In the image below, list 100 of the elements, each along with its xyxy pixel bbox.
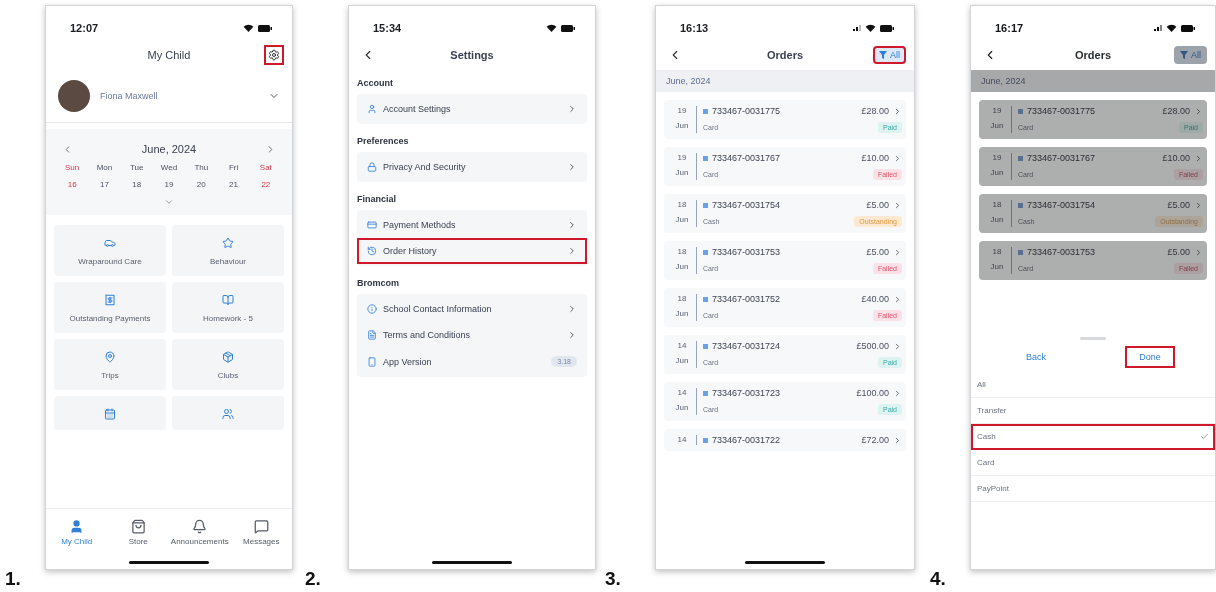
section-heading: Bromcom [356, 277, 400, 290]
shopping-bag-icon [130, 518, 146, 534]
settings-item[interactable]: Payment Methods [357, 212, 587, 238]
menu-tile[interactable]: Wraparound Care [54, 225, 166, 276]
bullet-icon [1018, 109, 1023, 115]
filter-option[interactable]: All [971, 372, 1215, 398]
bullet-icon [703, 344, 708, 350]
chevron-right-icon [1194, 200, 1203, 210]
order-number: 733467-0031775 [703, 106, 781, 116]
calendar-date[interactable]: 20 [185, 180, 218, 189]
chevron-right-icon [893, 341, 902, 351]
person-icon [69, 518, 85, 534]
calendar-date[interactable]: 17 [88, 180, 121, 189]
settings-item[interactable]: School Contact Information [357, 296, 587, 322]
filter-option[interactable]: PayPoint [971, 476, 1215, 502]
menu-tile[interactable] [54, 396, 166, 430]
order-amount: £10.00 [1162, 153, 1190, 163]
sheet-grabber [1080, 337, 1106, 340]
back-button[interactable]: Back [1012, 346, 1060, 368]
wifi-icon [865, 24, 876, 32]
filter-option[interactable]: Transfer [971, 398, 1215, 424]
nav-tab[interactable]: Announcements [169, 516, 231, 548]
info-icon [367, 304, 377, 314]
filter-option[interactable]: Card [971, 450, 1215, 476]
order-month: Jun [675, 168, 689, 177]
order-amount: £72.00 [861, 435, 889, 445]
settings-item[interactable]: Privacy And Security [357, 154, 587, 180]
settings-item[interactable]: Order History [357, 238, 587, 264]
order-amount: £500.00 [856, 341, 889, 351]
weekday-label: Thu [193, 163, 210, 172]
menu-tile[interactable]: Outstanding Payments [54, 282, 166, 333]
weekday-label: Sat [258, 163, 273, 172]
filter-option[interactable]: Cash [971, 424, 1215, 450]
done-button[interactable]: Done [1125, 346, 1175, 368]
calendar-date[interactable]: 19 [152, 180, 186, 189]
order-month: Jun [675, 215, 689, 224]
settings-button[interactable] [264, 45, 284, 65]
document-icon [367, 330, 377, 340]
calendar-date[interactable]: 21 [217, 180, 250, 189]
order-day: 18 [677, 294, 687, 303]
order-month: Jun [990, 121, 1004, 130]
order-day: 18 [677, 247, 687, 256]
menu-tile[interactable] [172, 396, 284, 430]
order-month: Jun [990, 168, 1004, 177]
bell-icon [192, 518, 208, 534]
filter-icon [879, 51, 887, 59]
chevron-right-icon [893, 247, 902, 257]
order-amount: £10.00 [861, 153, 889, 163]
order-month: Jun [990, 262, 1004, 271]
settings-item[interactable]: Terms and Conditions [357, 322, 587, 348]
order-amount: £28.00 [861, 106, 889, 116]
nav-tab[interactable]: My Child [46, 516, 108, 548]
section-heading: Account [356, 77, 394, 90]
order-number: 733467-0031752 [703, 294, 781, 304]
bullet-icon [703, 203, 708, 209]
menu-tile[interactable]: Trips [54, 339, 166, 390]
order-month: Jun [675, 309, 689, 318]
chevron-right-icon [893, 106, 902, 116]
order-number: 733467-0031767 [703, 153, 781, 163]
chevron-right-icon [567, 304, 577, 314]
order-day: 19 [677, 106, 687, 115]
bullet-icon [703, 391, 708, 397]
signal-icon [853, 25, 861, 31]
screen-title: Settings [449, 49, 495, 61]
order-month: Jun [990, 215, 1004, 224]
weekday-label: Mon [95, 163, 114, 172]
order-day: 18 [677, 200, 687, 209]
menu-tile[interactable]: Homework - 5 [172, 282, 284, 333]
menu-tile[interactable]: Behaviour [172, 225, 284, 276]
order-amount: £5.00 [866, 200, 889, 210]
order-day: 19 [677, 153, 687, 162]
chat-bubble-icon [253, 518, 269, 534]
chevron-right-icon [893, 435, 902, 445]
figure-number: 1. [5, 568, 22, 590]
order-day: 14 [677, 388, 687, 397]
calendar-date[interactable]: 16 [56, 180, 89, 189]
phone-icon [367, 356, 377, 367]
order-day: 19 [992, 106, 1002, 115]
nav-tab[interactable]: Store [107, 516, 169, 548]
figure-number: 3. [605, 568, 622, 590]
nav-tab[interactable]: Messages [230, 516, 292, 548]
expand-chevron-icon[interactable] [164, 197, 174, 207]
order-amount: £5.00 [1167, 200, 1190, 210]
section-heading: Preferences [356, 135, 410, 148]
filter-button[interactable]: All [873, 46, 906, 64]
status-time: 12:07 [70, 22, 99, 34]
settings-item[interactable]: Account Settings [357, 96, 587, 122]
avatar [58, 80, 90, 112]
battery-icon [1181, 24, 1195, 32]
wifi-icon [1166, 24, 1177, 32]
calendar-date[interactable]: 22 [249, 180, 282, 189]
calendar-date[interactable]: 18 [120, 180, 153, 189]
chevron-right-icon [893, 388, 902, 398]
chevron-right-icon [893, 153, 902, 163]
order-day: 18 [992, 247, 1002, 256]
order-amount: £100.00 [856, 388, 889, 398]
screen-title: Orders [765, 49, 805, 61]
order-number: 733467-0031722 [703, 435, 781, 445]
order-row[interactable]: 14 733467-0031722 £72.00 [664, 429, 906, 451]
menu-tile[interactable]: Clubs [172, 339, 284, 390]
